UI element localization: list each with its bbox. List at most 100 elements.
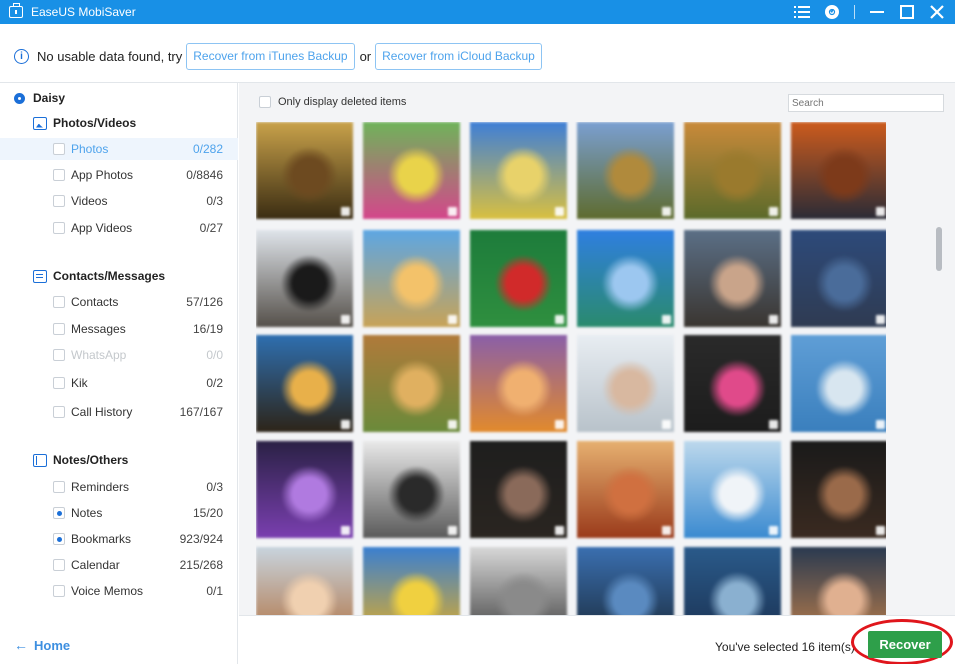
photo-thumbnail[interactable] — [470, 441, 567, 538]
category-notes-others[interactable]: Notes/Others — [33, 453, 128, 467]
photo-thumbnail[interactable] — [577, 441, 674, 538]
sidebar-item-contacts[interactable]: Contacts 57/126 — [0, 291, 238, 313]
kik-checkbox[interactable] — [53, 377, 65, 389]
sidebar-item-reminders[interactable]: Reminders 0/3 — [0, 476, 238, 498]
thumbnail-checkbox[interactable] — [555, 207, 564, 216]
photo-thumbnail[interactable] — [470, 547, 567, 615]
sidebar-item-kik[interactable]: Kik 0/2 — [0, 372, 238, 394]
thumbnail-checkbox[interactable] — [769, 526, 778, 535]
thumbnail-checkbox[interactable] — [662, 207, 671, 216]
photo-thumbnail[interactable] — [684, 441, 781, 538]
thumbnail-checkbox[interactable] — [662, 420, 671, 429]
sidebar-item-calendar[interactable]: Calendar 215/268 — [0, 554, 238, 576]
photo-thumbnail[interactable] — [684, 547, 781, 615]
device-item[interactable]: Daisy — [14, 91, 65, 105]
only-deleted-checkbox[interactable] — [259, 96, 271, 108]
home-link[interactable]: ← Home — [14, 637, 70, 653]
photo-thumbnail[interactable] — [684, 230, 781, 327]
photo-thumbnail[interactable] — [256, 122, 353, 219]
photos-checkbox[interactable] — [53, 143, 65, 155]
thumbnail-checkbox[interactable] — [341, 526, 350, 535]
photo-thumbnail[interactable] — [363, 122, 460, 219]
photo-thumbnail[interactable] — [577, 335, 674, 432]
sidebar-item-videos[interactable]: Videos 0/3 — [0, 190, 238, 212]
photo-thumbnail[interactable] — [256, 335, 353, 432]
sidebar-item-voice-memos[interactable]: Voice Memos 0/1 — [0, 580, 238, 602]
only-deleted-toggle[interactable]: Only display deleted items — [259, 96, 406, 108]
photo-thumbnail[interactable] — [363, 230, 460, 327]
photo-thumbnail[interactable] — [577, 122, 674, 219]
category-photos-videos[interactable]: Photos/Videos — [33, 116, 136, 130]
messages-checkbox[interactable] — [53, 323, 65, 335]
thumbnail-checkbox[interactable] — [341, 315, 350, 324]
thumbnail-checkbox[interactable] — [448, 420, 457, 429]
thumbnail-checkbox[interactable] — [555, 315, 564, 324]
photo-thumbnail[interactable] — [684, 122, 781, 219]
photo-thumbnail[interactable] — [256, 441, 353, 538]
category-contacts-messages[interactable]: Contacts/Messages — [33, 269, 165, 283]
photo-thumbnail[interactable] — [791, 335, 886, 432]
thumbnail-checkbox[interactable] — [341, 420, 350, 429]
thumbnail-checkbox[interactable] — [876, 315, 885, 324]
sidebar-item-call-history[interactable]: Call History 167/167 — [0, 401, 238, 423]
photo-thumbnail[interactable] — [363, 547, 460, 615]
thumbnail-checkbox[interactable] — [555, 526, 564, 535]
sidebar-item-messages[interactable]: Messages 16/19 — [0, 318, 238, 340]
photo-thumbnail[interactable] — [684, 335, 781, 432]
thumbnail-checkbox[interactable] — [769, 420, 778, 429]
thumbnail-checkbox[interactable] — [876, 207, 885, 216]
contacts-checkbox[interactable] — [53, 296, 65, 308]
photo-thumbnail[interactable] — [791, 230, 886, 327]
call-history-checkbox[interactable] — [53, 406, 65, 418]
maximize-icon[interactable] — [899, 4, 915, 20]
photo-thumbnail[interactable] — [363, 441, 460, 538]
sidebar-item-bookmarks[interactable]: Bookmarks 923/924 — [0, 528, 238, 550]
photo-thumbnail[interactable] — [577, 230, 674, 327]
sidebar-item-app-videos[interactable]: App Videos 0/27 — [0, 217, 238, 239]
thumbnail-checkbox[interactable] — [769, 207, 778, 216]
bookmarks-checkbox[interactable] — [53, 533, 65, 545]
vertical-scrollbar[interactable] — [936, 135, 942, 613]
search-input[interactable] — [788, 94, 944, 112]
app-videos-checkbox[interactable] — [53, 222, 65, 234]
thumbnail-checkbox[interactable] — [876, 420, 885, 429]
photo-thumbnail[interactable] — [577, 547, 674, 615]
photo-thumbnail[interactable] — [791, 547, 886, 615]
menu-icon[interactable] — [794, 4, 810, 20]
photo-thumbnail[interactable] — [256, 547, 353, 615]
app-photos-checkbox[interactable] — [53, 169, 65, 181]
thumbnail-checkbox[interactable] — [876, 526, 885, 535]
reminders-checkbox[interactable] — [53, 481, 65, 493]
photo-thumbnail[interactable] — [470, 122, 567, 219]
sidebar-item-app-photos[interactable]: App Photos 0/8846 — [0, 164, 238, 186]
recover-button[interactable]: Recover — [868, 631, 942, 658]
scrollbar-thumb[interactable] — [936, 227, 942, 271]
photo-thumbnail[interactable] — [470, 335, 567, 432]
minimize-icon[interactable] — [869, 4, 885, 20]
videos-checkbox[interactable] — [53, 195, 65, 207]
photo-thumbnail[interactable] — [470, 230, 567, 327]
thumbnail-checkbox[interactable] — [341, 207, 350, 216]
photo-thumbnail[interactable] — [256, 230, 353, 327]
thumbnail-checkbox[interactable] — [555, 420, 564, 429]
help-icon[interactable] — [824, 4, 840, 20]
thumbnail-checkbox[interactable] — [769, 315, 778, 324]
thumbnail-checkbox[interactable] — [662, 526, 671, 535]
sidebar-item-notes[interactable]: Notes 15/20 — [0, 502, 238, 524]
sidebar-item-photos[interactable]: Photos 0/282 — [0, 138, 238, 160]
thumbnail-checkbox[interactable] — [448, 315, 457, 324]
calendar-checkbox[interactable] — [53, 559, 65, 571]
recover-icloud-backup-button[interactable]: Recover from iCloud Backup — [375, 42, 542, 70]
thumbnail-checkbox[interactable] — [448, 207, 457, 216]
thumbnail-checkbox[interactable] — [448, 526, 457, 535]
notes-checkbox[interactable] — [53, 507, 65, 519]
recover-itunes-backup-button[interactable]: Recover from iTunes Backup — [186, 42, 355, 70]
photo-thumbnail[interactable] — [791, 122, 886, 219]
photo-thumbnail[interactable] — [363, 335, 460, 432]
photo-thumbnail[interactable] — [791, 441, 886, 538]
sidebar-item-count: 0/1 — [206, 584, 223, 598]
device-radio[interactable] — [14, 92, 25, 104]
voice-memos-checkbox[interactable] — [53, 585, 65, 597]
thumbnail-checkbox[interactable] — [662, 315, 671, 324]
close-icon[interactable] — [929, 4, 945, 20]
